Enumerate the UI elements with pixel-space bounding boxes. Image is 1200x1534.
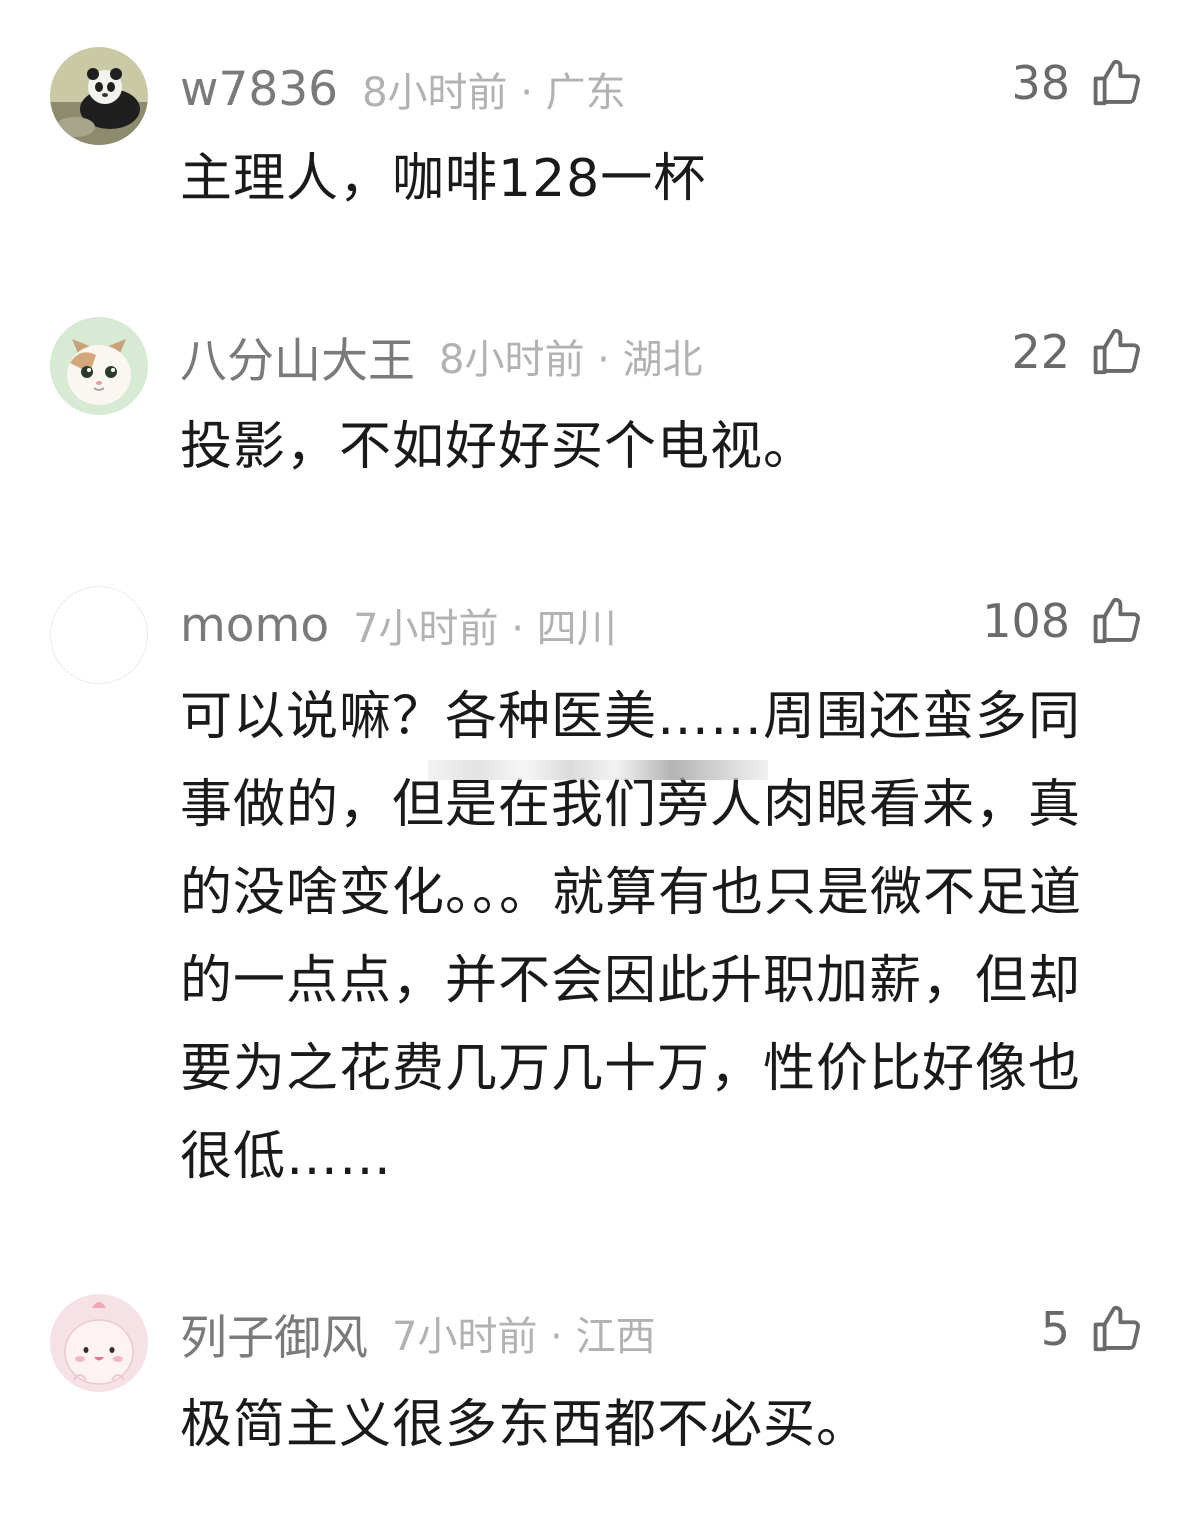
time-location: 7小时前 · 江西	[392, 1314, 656, 1360]
thumbs-up-icon[interactable]	[1090, 325, 1144, 379]
comment-text: 主理人，咖啡128一杯	[180, 149, 707, 209]
like-button[interactable]: 108	[982, 586, 1144, 656]
username[interactable]: 列子御风	[180, 1299, 368, 1368]
panda-avatar-icon[interactable]	[50, 47, 148, 145]
like-count: 108	[982, 594, 1070, 648]
comment-text: 极简主义很多东西都不必买。	[180, 1395, 870, 1455]
username[interactable]: w7836	[180, 62, 338, 117]
comment-text: 投影，不如好好买个电视。	[180, 417, 817, 477]
like-button[interactable]: 5	[1041, 1294, 1144, 1364]
comment-meta: momo 7小时前 · 四川	[180, 590, 617, 660]
pink-blob-avatar-icon[interactable]	[50, 1294, 148, 1392]
time-location: 7小时前 · 四川	[353, 606, 617, 652]
like-count: 38	[1011, 56, 1070, 110]
comment-text: 可以说嘛？各种医美……周围还蛮多同事做的，但是在我们旁人肉眼看来，真的没啥变化。…	[180, 687, 1083, 1187]
cat-avatar-icon[interactable]	[50, 317, 148, 415]
like-button[interactable]: 22	[1011, 317, 1144, 387]
comment-meta: w7836 8小时前 · 广东	[180, 54, 626, 124]
like-count: 5	[1040, 1302, 1070, 1356]
like-count: 22	[1011, 325, 1070, 379]
thumbs-up-icon[interactable]	[1090, 1302, 1144, 1356]
username[interactable]: momo	[180, 598, 329, 653]
comment-meta: 八分山大王 8小时前 · 湖北	[180, 321, 703, 391]
thumbs-up-icon[interactable]	[1090, 594, 1144, 648]
redaction-mark	[428, 760, 768, 780]
thumbs-up-icon[interactable]	[1090, 56, 1144, 110]
time-location: 8小时前 · 广东	[362, 70, 626, 116]
time-location: 8小时前 · 湖北	[439, 337, 703, 383]
blank-avatar-icon[interactable]	[50, 586, 148, 684]
username[interactable]: 八分山大王	[180, 322, 415, 391]
comment-meta: 列子御风 7小时前 · 江西	[180, 1298, 656, 1368]
like-button[interactable]: 38	[1011, 48, 1144, 118]
